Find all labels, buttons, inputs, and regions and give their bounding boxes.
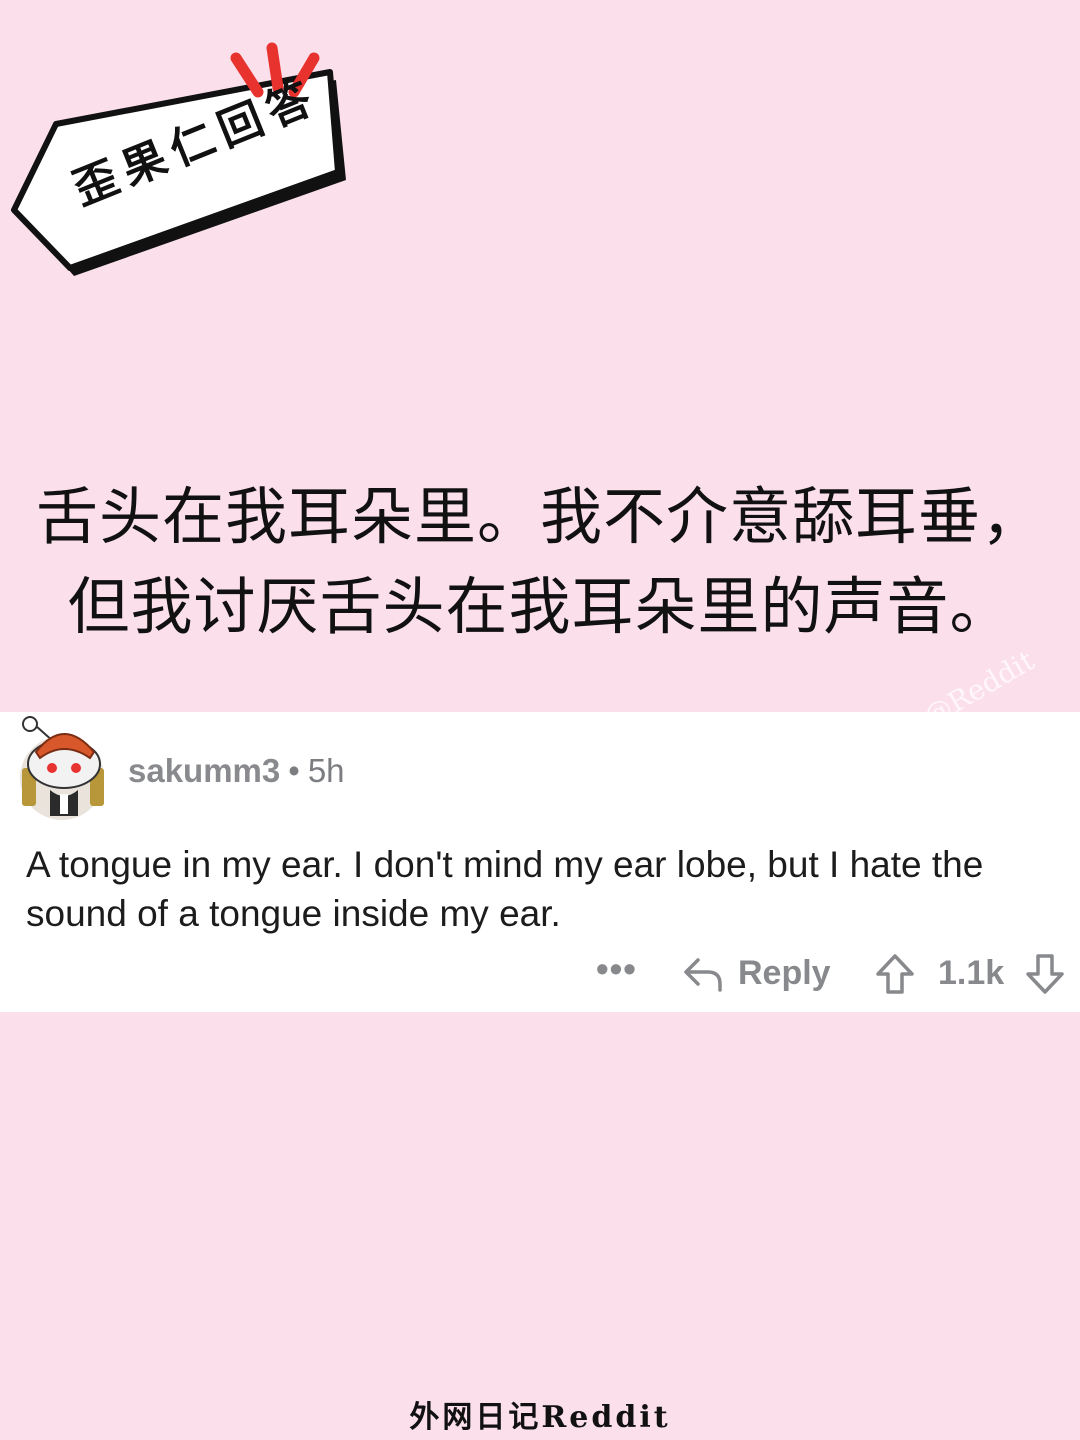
comment-card: @Reddit sakumm3 • 5h A tongue in my ear. I… (0, 644, 1080, 1012)
reply-arrow-icon[interactable] (682, 954, 724, 994)
headline-line-2: 但我讨厌舌头在我耳朵里的声音。 (67, 570, 1013, 643)
comment-body: A tongue in my ear. I don't mind my ear … (26, 844, 984, 934)
comment-meta: sakumm3 • 5h (128, 752, 345, 790)
username[interactable]: sakumm3 (128, 752, 280, 789)
upvote-arrow-icon[interactable] (874, 952, 916, 996)
headline-translation: 舌头在我耳朵里。我不介意舔耳垂， 但我讨厌舌头在我耳朵里的声音。 (0, 472, 1080, 652)
meta-separator: • (288, 752, 300, 789)
vote-score: 1.1k (938, 954, 1005, 992)
footer-brand: 外网日记Reddit (409, 1400, 671, 1435)
reply-button[interactable]: Reply (738, 954, 831, 993)
headline-line-1: 舌头在我耳朵里。我不介意舔耳垂， (35, 480, 1044, 553)
comment-time: 5h (307, 752, 345, 789)
downvote-arrow-icon[interactable] (1024, 952, 1066, 996)
more-options-button[interactable]: ••• (596, 948, 637, 990)
watermark: @Reddit (918, 643, 1041, 734)
comment-actions: ••• Reply 1.1k (0, 948, 1080, 998)
sticker-label: 歪果仁回答 (0, 0, 380, 300)
avatar-snoo-icon[interactable] (14, 712, 114, 822)
